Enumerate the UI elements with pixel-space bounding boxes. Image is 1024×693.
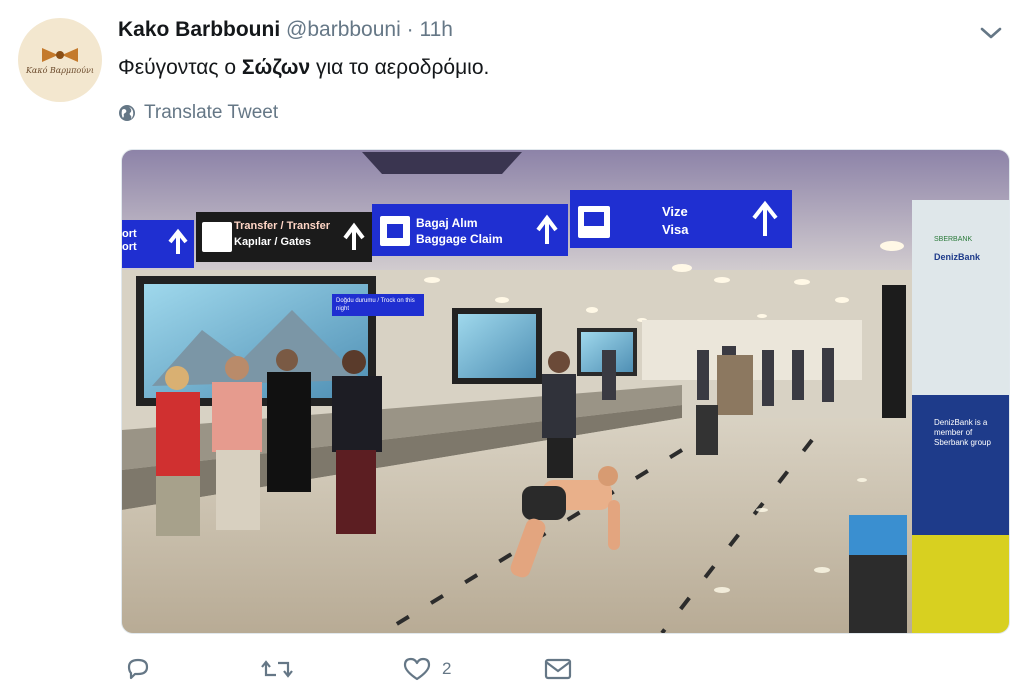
sign-visa-line2: Visa: [662, 222, 689, 237]
tweet-photo[interactable]: ort ort Transfer / Transfer Kapılar / Ga…: [121, 149, 1010, 634]
sign-baggage-line2: Baggage Claim: [416, 232, 503, 246]
chevron-down-icon[interactable]: [978, 22, 1004, 44]
sign-baggage-line1: Bagaj Alım: [416, 216, 478, 230]
bank-ad: DenizBank is a member of Sberbank group: [934, 418, 991, 447]
sign-visa-line1: Vize: [662, 204, 688, 219]
heart-icon: [403, 657, 431, 681]
reply-icon: [127, 658, 149, 680]
author-name[interactable]: Kako Barbbouni: [118, 18, 280, 41]
sign-transfer-line2: Kapılar / Gates: [234, 236, 312, 248]
retweet-button[interactable]: [260, 656, 294, 682]
like-count: 2: [442, 659, 452, 678]
bank-logo: SBERBANK: [934, 236, 973, 243]
separator-dot: ·: [406, 18, 414, 41]
direct-message-button[interactable]: [543, 656, 573, 682]
retweet-icon: [261, 660, 293, 678]
translate-tweet-link[interactable]: Translate Tweet: [118, 101, 278, 125]
avatar[interactable]: Κακό Βαρμπούνι: [18, 18, 102, 102]
tweet-text-before: Φεύγοντας ο: [118, 56, 242, 79]
tweet-text-bold: Σώζων: [241, 56, 311, 79]
sign-left-partial: ort ort: [122, 228, 137, 253]
sign-transfer-line1: Transfer / Transfer: [234, 220, 330, 232]
translate-label: Translate Tweet: [144, 102, 279, 123]
author-handle[interactable]: @barbbouni: [286, 18, 401, 41]
bank-name: DenizBank: [934, 252, 981, 262]
globe-icon: [119, 105, 135, 121]
envelope-icon: [544, 658, 572, 680]
like-button[interactable]: 2: [402, 656, 451, 682]
tweet-text: Φεύγοντας ο Σώζων για το αεροδρόμιο.: [118, 54, 489, 82]
reply-button[interactable]: [124, 656, 152, 682]
avatar-lettering: Κακό Βαρμπούνι: [25, 66, 95, 75]
bowtie-icon: [42, 48, 78, 62]
tweet-time[interactable]: 11h: [419, 18, 452, 41]
sign-small: Doğdu durumu / Trock on this night: [336, 298, 415, 312]
tweet-text-after: για το αεροδρόμιο.: [310, 56, 490, 79]
tweet-header: Kako Barbbouni @barbbouni · 11h: [118, 16, 453, 44]
tweet-actions: 2: [120, 650, 640, 690]
